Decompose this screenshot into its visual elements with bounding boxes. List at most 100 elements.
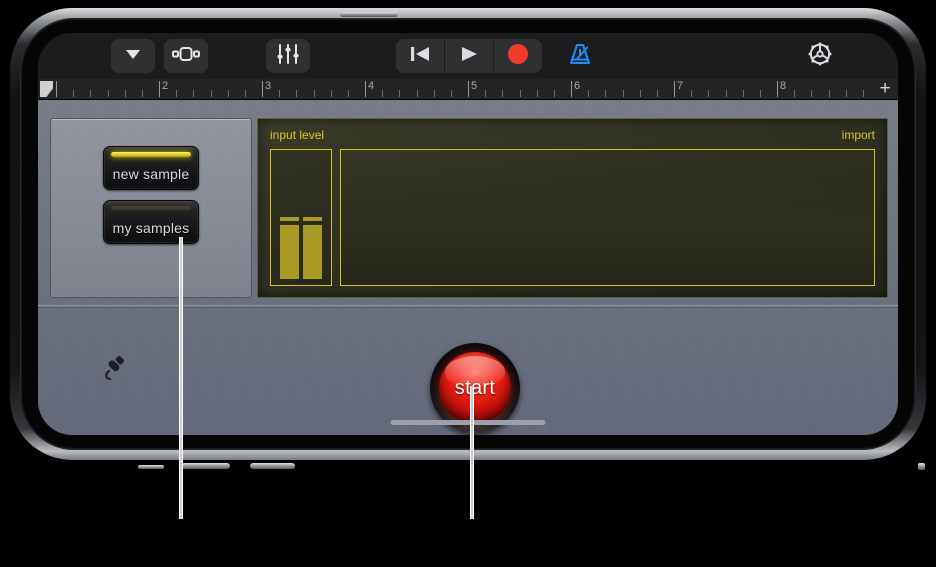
record-icon [506, 42, 530, 71]
phone-frame: 2 3 4 5 6 7 8 + new sample my samples input le… [10, 8, 926, 470]
metronome-icon [566, 41, 594, 72]
input-level-label: input level [270, 128, 325, 142]
volume-down-button[interactable] [250, 463, 295, 469]
ruler-tick-minor [519, 90, 521, 97]
ruler-tick-minor [845, 90, 847, 97]
ruler-tick-major [56, 81, 57, 97]
ruler-tick-minor [794, 90, 796, 97]
new-sample-led [111, 152, 191, 157]
new-sample-label: new sample [112, 166, 190, 182]
ruler-tick-major [777, 81, 778, 97]
ruler-tick-minor [296, 90, 298, 97]
ruler-tick-minor [279, 90, 281, 97]
ruler-tick-minor [605, 90, 607, 97]
waveform-display[interactable] [340, 149, 875, 286]
ruler-tick-minor [193, 90, 195, 97]
ruler-tick-minor [811, 90, 813, 97]
timeline-ruler[interactable]: 2 3 4 5 6 7 8 + [38, 79, 898, 100]
navigation-chevron-button[interactable] [111, 39, 155, 73]
chevron-down-icon [123, 44, 143, 69]
ruler-tick-minor [708, 90, 710, 97]
ruler-tick-minor [124, 90, 126, 97]
tracks-view-icon [172, 44, 200, 69]
ruler-tick-minor [416, 90, 418, 97]
ruler-tick-minor [656, 90, 658, 97]
ruler-tick-minor [244, 90, 246, 97]
ruler-tick-minor [382, 90, 384, 97]
ruler-tick-minor [725, 90, 727, 97]
meter-bar-left [280, 225, 299, 279]
ruler-number: 7 [677, 80, 684, 92]
ruler-tick-major [262, 81, 263, 97]
input-plug-icon[interactable] [100, 355, 130, 381]
play-button[interactable] [445, 39, 493, 73]
ruler-number: 4 [368, 80, 375, 92]
ruler-tick-minor [330, 90, 332, 97]
gear-icon [805, 39, 835, 74]
callout-line-my-samples [179, 237, 183, 519]
ruler-tick-minor [399, 90, 401, 97]
ruler-tick-minor [176, 90, 178, 97]
rewind-button[interactable] [396, 39, 444, 73]
ruler-tick-major [571, 81, 572, 97]
ruler-tick-minor [227, 90, 229, 97]
ruler-tick-minor [862, 90, 864, 97]
mixer-button[interactable] [266, 39, 310, 73]
ruler-tick-minor [450, 90, 452, 97]
ruler-tick-minor [485, 90, 487, 97]
frame-detail [918, 463, 925, 470]
meter-cap-right [303, 217, 322, 221]
recorder-display: input level import [257, 118, 888, 298]
meter-bar-right [303, 225, 322, 279]
power-button[interactable] [340, 12, 398, 17]
import-button[interactable]: import [842, 128, 875, 142]
phone-screen: 2 3 4 5 6 7 8 + new sample my samples input le… [38, 33, 898, 435]
ruler-tick-minor [742, 90, 744, 97]
ruler-number: 2 [162, 80, 169, 92]
input-level-meter[interactable] [270, 149, 332, 286]
my-samples-button[interactable]: my samples [103, 200, 199, 244]
ruler-tick-major [674, 81, 675, 97]
ruler-tick-minor [73, 90, 75, 97]
ruler-tick-minor [828, 90, 830, 97]
home-indicator[interactable] [390, 420, 546, 425]
mixer-faders-icon [276, 43, 300, 70]
play-icon [458, 44, 480, 69]
meter-cap-left [280, 217, 299, 221]
ruler-tick-minor [759, 90, 761, 97]
metronome-button[interactable] [558, 39, 602, 73]
start-button-face: start [439, 352, 511, 424]
settings-button[interactable] [798, 39, 842, 73]
panel-divider [38, 305, 898, 308]
record-button[interactable] [494, 39, 542, 73]
ruler-tick-major [365, 81, 366, 97]
audio-recorder-panel: new sample my samples input level import [38, 100, 898, 435]
add-track-button[interactable]: + [877, 79, 893, 98]
ruler-number: 6 [574, 80, 581, 92]
playhead-marker[interactable] [40, 81, 53, 97]
tracks-view-button[interactable] [164, 39, 208, 73]
ruler-tick-minor [536, 90, 538, 97]
ruler-tick-minor [622, 90, 624, 97]
ruler-tick-minor [553, 90, 555, 97]
ruler-tick-minor [90, 90, 92, 97]
ruler-tick-major [468, 81, 469, 97]
ruler-number: 5 [471, 80, 478, 92]
ruler-tick-major [159, 81, 160, 97]
my-samples-led [111, 206, 191, 211]
my-samples-label: my samples [112, 220, 190, 236]
ruler-tick-minor [691, 90, 693, 97]
start-button-label: start [454, 376, 496, 399]
callout-line-start-button [470, 386, 474, 519]
ruler-tick-minor [313, 90, 315, 97]
ruler-number: 3 [265, 80, 272, 92]
new-sample-button[interactable]: new sample [103, 146, 199, 190]
app-toolbar [38, 33, 898, 79]
volume-up-button[interactable] [180, 463, 230, 469]
ruler-tick-minor [347, 90, 349, 97]
ruler-tick-minor [141, 90, 143, 97]
ruler-tick-minor [433, 90, 435, 97]
rewind-icon [409, 44, 431, 69]
ruler-tick-minor [502, 90, 504, 97]
mute-switch[interactable] [138, 465, 164, 469]
